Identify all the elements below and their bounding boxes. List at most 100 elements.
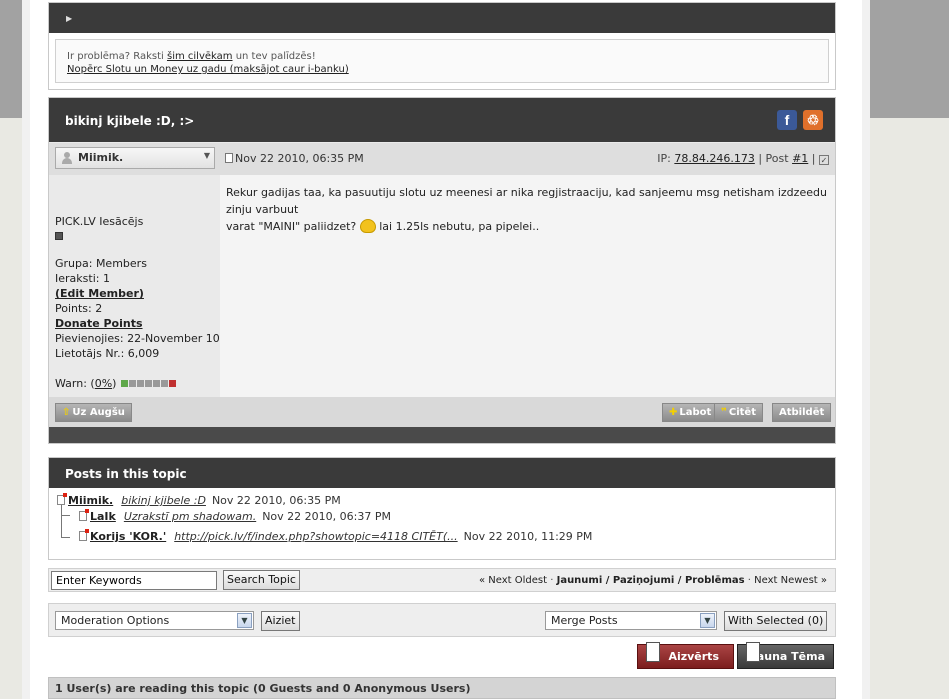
warn-level-icon [152, 380, 160, 387]
topic-post-author[interactable]: LaIk [90, 510, 116, 523]
new-document-icon [746, 642, 760, 662]
reply-label: Atbildēt [779, 407, 825, 418]
separator: | [811, 152, 816, 165]
warn-level-icon [136, 380, 144, 387]
forum-link[interactable]: Jaunumi / Paziņojumi / Problēmas [557, 575, 745, 586]
merge-posts-value: Merge Posts [551, 614, 618, 627]
post-body: Rekur gadijas taa, ka pasuutiju slotu uz… [220, 175, 835, 397]
topic-posts-box: Posts in this topic Miimik. bikinj kjibel… [48, 457, 836, 560]
topic-post-date: Nov 22 2010, 06:35 PM [211, 494, 341, 507]
quote-button[interactable]: ❞ Citēt [714, 403, 763, 422]
new-post-icon [57, 493, 67, 505]
buy-slot-link[interactable]: Nopērc Slotu un Money uz gadu (maksājot … [67, 64, 349, 75]
author-name: Miimik. [78, 151, 124, 164]
topic-post-date: Nov 22 2010, 11:29 PM [463, 530, 593, 543]
ip-link[interactable]: 78.84.246.173 [674, 152, 754, 165]
user-info-panel: PICK.LV Iesācējs Grupa: Members Ieraksti… [49, 175, 220, 397]
moderation-bar: Moderation Options ▼ Aiziet Merge Posts … [48, 603, 836, 637]
reply-button[interactable]: Atbildēt [772, 403, 832, 422]
nav-separator: · [747, 575, 751, 586]
help-box-header: ▶ [49, 3, 835, 33]
post-container: bikinj kjibele :D, :> f ♲ Miimik. ▼ Nov … [48, 97, 836, 444]
new-topic-button[interactable]: Jauna Tēma [737, 642, 834, 669]
warn-increase-icon[interactable] [168, 380, 176, 387]
document-icon [225, 153, 233, 163]
rank-pip-icon [55, 229, 220, 244]
post-text-line: Rekur gadijas taa, ka pasuutiju slotu uz… [226, 186, 827, 216]
page-border-left [22, 0, 30, 699]
arrow-up-icon: ⇧ [62, 407, 71, 418]
moderation-options-select[interactable]: Moderation Options ▼ [55, 611, 254, 630]
chevron-down-icon: ▼ [203, 151, 210, 160]
help-text: Ir problēma? Raksti [67, 51, 164, 62]
merge-posts-select[interactable]: Merge Posts ▼ [545, 611, 717, 630]
edit-button[interactable]: ✚ Labot [662, 403, 719, 422]
back-to-top-label: Uz Augšu [72, 407, 125, 418]
topic-post-author[interactable]: Korijs 'KOR.' [90, 530, 166, 543]
warn-decrease-icon[interactable] [120, 380, 128, 387]
edit-member-link[interactable]: (Edit Member) [55, 287, 144, 300]
user-group: Grupa: Members [55, 257, 147, 270]
closed-topic-button[interactable]: Aizvērts [637, 642, 734, 669]
post-number-label: | Post [758, 152, 789, 165]
search-topic-button[interactable]: Search Topic [223, 570, 300, 590]
next-oldest-link[interactable]: « Next Oldest [479, 575, 547, 586]
post-number-link[interactable]: #1 [792, 152, 808, 165]
author-dropdown[interactable]: Miimik. ▼ [55, 147, 215, 169]
smiley-icon [359, 219, 376, 233]
donate-points-link[interactable]: Donate Points [55, 317, 143, 330]
next-newest-link[interactable]: Next Newest » [754, 575, 827, 586]
nav-separator: · [550, 575, 554, 586]
back-to-top-button[interactable]: ⇧ Uz Augšu [55, 403, 132, 422]
post-text-part: lai 1.25ls nebutu, pa pipelei.. [379, 220, 540, 233]
warn-level-icon [128, 380, 136, 387]
topic-post-row: Korijs 'KOR.' http://pick.lv/f/index.php?… [79, 529, 593, 543]
post-actions-bar: ⇧ Uz Augšu ✚ Labot ❞ Citēt Atbildēt [49, 397, 835, 427]
chevron-down-icon: ▼ [700, 613, 715, 628]
warn-level-icon [160, 380, 168, 387]
topic-post-title[interactable]: Uzrakstī pm shadowam. [124, 510, 256, 523]
user-icon [61, 152, 73, 165]
select-post-checkbox[interactable]: ✓ [819, 155, 829, 165]
help-box: ▶ Ir problēma? Raksti šim cilvēkam un te… [48, 2, 836, 90]
post-date-text: Nov 22 2010, 06:35 PM [235, 152, 364, 165]
chevron-down-icon: ▼ [237, 613, 252, 628]
new-post-icon [79, 529, 89, 541]
ip-label: IP: [657, 152, 671, 165]
post-title: bikinj kjibele :D, :> [65, 114, 195, 128]
with-selected-button[interactable]: With Selected (0) [724, 611, 828, 631]
warn-label: Warn: [55, 377, 87, 390]
quote-icon: ❞ [721, 407, 727, 418]
expand-arrow-icon[interactable]: ▶ [66, 14, 72, 23]
warn-value-link[interactable]: 0% [95, 377, 112, 390]
topic-post-author[interactable]: Miimik. [68, 494, 113, 507]
user-number: Lietotājs Nr.: 6,009 [55, 347, 160, 360]
warn-level-icon [144, 380, 152, 387]
post-title-bar: bikinj kjibele :D, :> f ♲ [49, 98, 835, 142]
post-footer-bar [49, 427, 835, 443]
facebook-share-icon[interactable]: f [777, 110, 797, 130]
topic-post-row: Miimik. bikinj kjibele :D Nov 22 2010, 06:… [57, 493, 341, 507]
topic-post-title[interactable]: bikinj kjibele :D [121, 494, 206, 507]
post-meta-bar: Miimik. ▼ Nov 22 2010, 06:35 PM IP: 78.8… [49, 143, 835, 175]
post-text-part: varat "MAINI" paliidzet? [226, 220, 357, 233]
user-points: Points: 2 [55, 302, 103, 315]
new-post-icon [79, 509, 89, 521]
plus-icon: ✚ [669, 407, 678, 418]
topic-posts-header: Posts in this topic [49, 458, 835, 488]
share-icon[interactable]: ♲ [803, 110, 823, 130]
user-rank: PICK.LV Iesācējs [55, 215, 144, 228]
help-panel: Ir problēma? Raksti šim cilvēkam un tev … [55, 39, 829, 83]
quote-label: Citēt [728, 407, 756, 418]
search-keywords-input[interactable] [51, 571, 217, 590]
active-readers-bar: 1 User(s) are reading this topic (0 Gues… [48, 677, 836, 699]
lock-document-icon [646, 642, 660, 662]
moderation-options-value: Moderation Options [61, 614, 170, 627]
moderation-go-button[interactable]: Aiziet [261, 611, 300, 631]
help-contact-link[interactable]: šim cilvēkam [167, 51, 233, 62]
topic-post-row: LaIk Uzrakstī pm shadowam. Nov 22 2010, 06… [79, 509, 391, 523]
warn-row: Warn: (0%) [55, 376, 220, 391]
topic-post-title[interactable]: http://pick.lv/f/index.php?showtopic=411… [174, 530, 457, 543]
edit-label: Labot [679, 407, 712, 418]
topic-post-date: Nov 22 2010, 06:37 PM [262, 510, 391, 523]
